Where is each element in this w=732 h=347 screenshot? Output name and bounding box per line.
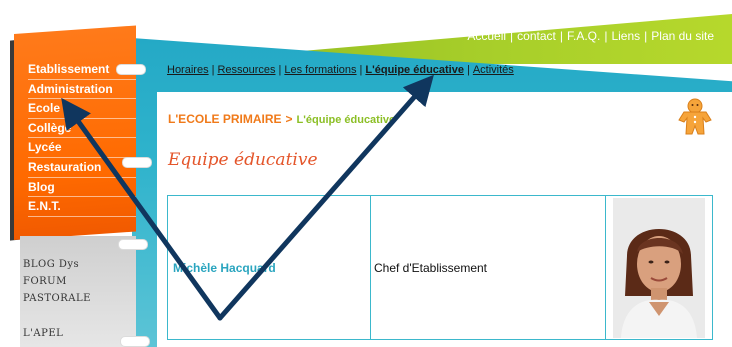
- staff-photo-cell: [605, 195, 713, 340]
- page: Etablissement Administration Ecole Collè…: [0, 0, 732, 347]
- table-row: Michèle Hacquard Chef d'Etablissement: [167, 195, 713, 340]
- breadcrumb-current: L'équipe éducative: [296, 114, 396, 126]
- sidebar-link-forum[interactable]: FORUM: [23, 273, 91, 290]
- sub-nav-ressources[interactable]: Ressources: [217, 64, 275, 76]
- top-nav: Accueil | contact | F.A.Q. | Liens | Plan du sit…: [467, 29, 714, 43]
- binder-ring: [122, 157, 152, 168]
- staff-photo: [613, 197, 705, 338]
- sidebar-menu: Etablissement Administration Ecole Collè…: [28, 60, 136, 217]
- top-nav-faq[interactable]: F.A.Q.: [567, 29, 600, 43]
- binder-ring: [120, 336, 150, 347]
- binder-ring: [116, 64, 146, 75]
- sidebar-link-blog-dys[interactable]: BLOG Dys: [23, 256, 91, 273]
- gingerbread-icon: [678, 98, 712, 135]
- sub-nav-equipe-educative[interactable]: L'équipe éducative: [365, 64, 464, 76]
- sub-nav: Horaires | Ressources | Les formations | L'équ…: [167, 64, 514, 76]
- breadcrumb: L'ECOLE PRIMAIRE > L'équipe éducative: [168, 112, 396, 126]
- sidebar-item-ecole[interactable]: Ecole: [28, 99, 136, 119]
- staff-table: Michèle Hacquard Chef d'Etablissement: [167, 195, 713, 340]
- breadcrumb-section[interactable]: L'ECOLE PRIMAIRE: [168, 112, 282, 126]
- sidebar-item-lycee[interactable]: Lycée: [28, 138, 136, 158]
- sidebar-link-apel[interactable]: L'APEL: [23, 325, 91, 342]
- binder-ring: [118, 239, 148, 250]
- sidebar-item-college[interactable]: Collège: [28, 119, 136, 139]
- sidebar-item-administration[interactable]: Administration: [28, 80, 136, 100]
- sidebar-links: BLOG Dys FORUM PASTORALE L'APEL: [23, 256, 91, 342]
- top-nav-contact[interactable]: contact: [517, 29, 556, 43]
- staff-name: Michèle Hacquard: [167, 195, 371, 340]
- sidebar-link-pastorale[interactable]: PASTORALE: [23, 290, 91, 307]
- page-title: Equipe éducative: [168, 150, 318, 170]
- sidebar-item-blog[interactable]: Blog: [28, 178, 136, 198]
- sidebar-item-ent[interactable]: E.N.T.: [28, 197, 136, 217]
- top-nav-accueil[interactable]: Accueil: [467, 29, 506, 43]
- sub-nav-les-formations[interactable]: Les formations: [284, 64, 356, 76]
- sidebar-item-restauration[interactable]: Restauration: [28, 158, 136, 178]
- sub-nav-horaires[interactable]: Horaires: [167, 64, 209, 76]
- sub-nav-activites[interactable]: Activités: [473, 64, 514, 76]
- top-nav-liens[interactable]: Liens: [611, 29, 640, 43]
- top-nav-plan-du-site[interactable]: Plan du site: [651, 29, 714, 43]
- staff-role: Chef d'Etablissement: [370, 195, 606, 340]
